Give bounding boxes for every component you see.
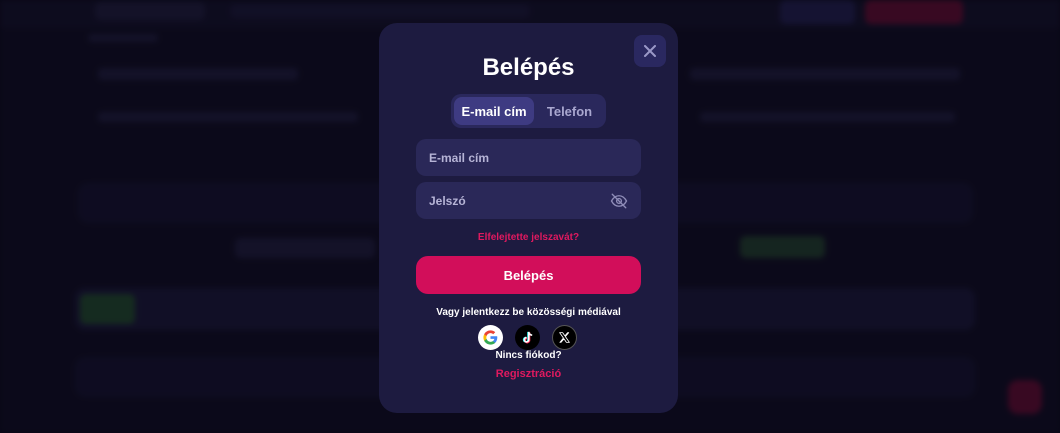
tiktok-icon xyxy=(522,331,533,344)
email-field-wrapper xyxy=(416,139,641,176)
login-modal: Belépés E-mail cím Telefon Elfelejtette … xyxy=(379,23,678,413)
login-method-tabs: E-mail cím Telefon xyxy=(451,94,606,128)
login-button[interactable]: Belépés xyxy=(416,256,641,294)
google-icon xyxy=(483,330,498,345)
google-login-button[interactable] xyxy=(478,325,503,350)
x-icon xyxy=(559,332,570,343)
register-link[interactable]: Regisztráció xyxy=(379,368,678,380)
email-input[interactable] xyxy=(429,150,628,165)
password-field-wrapper xyxy=(416,182,641,219)
modal-title: Belépés xyxy=(482,54,575,81)
tiktok-login-button[interactable] xyxy=(515,325,540,350)
tab-phone[interactable]: Telefon xyxy=(536,97,603,125)
social-login-text: Vagy jelentkezz be közösségi médiával xyxy=(436,307,621,318)
social-login-buttons xyxy=(478,325,577,350)
forgot-password-link[interactable]: Elfelejtette jelszavát? xyxy=(379,232,678,243)
no-account-text: Nincs fiókod? xyxy=(495,350,562,361)
tab-email[interactable]: E-mail cím xyxy=(454,97,534,125)
password-input[interactable] xyxy=(429,193,610,208)
x-login-button[interactable] xyxy=(552,325,577,350)
eye-off-icon[interactable] xyxy=(610,192,628,210)
